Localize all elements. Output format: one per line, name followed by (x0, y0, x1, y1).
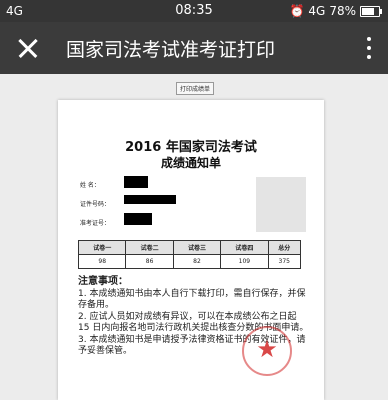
table-header-cell: 试卷四 (220, 240, 269, 255)
table-cell: 82 (172, 254, 222, 269)
table-header-cell: 试卷一 (77, 240, 127, 255)
status-right-group: ⏰ 4G 78% (289, 4, 382, 18)
ticket-number-label: 准考证号： (80, 220, 111, 227)
name-label: 姓 名： (80, 182, 100, 189)
official-seal: ★ (242, 326, 292, 376)
print-score-button[interactable]: 打印成绩单 (176, 82, 215, 95)
menu-dot (367, 55, 371, 59)
table-header-cell: 总分 (267, 240, 302, 255)
status-bar: 4G 08:35 ⏰ 4G 78% (0, 0, 388, 22)
battery-percentage: 78% (329, 4, 356, 18)
battery-icon (360, 5, 382, 17)
app-title: 国家司法考试准考证打印 (66, 39, 276, 61)
notes-heading: 注意事项： (78, 276, 128, 287)
table-cell: 86 (125, 254, 174, 269)
redacted-id-number (124, 195, 176, 204)
menu-dot (367, 37, 371, 41)
alarm-icon: ⏰ (289, 4, 305, 18)
document-title: 2016 年国家司法考试 (125, 140, 257, 155)
table-cell: 98 (77, 254, 127, 269)
id-number-label: 证件号码： (80, 201, 111, 208)
close-icon[interactable] (12, 32, 44, 64)
photo-placeholder (256, 177, 306, 232)
document-subtitle: 成绩通知单 (160, 156, 221, 170)
table-header-cell: 试卷二 (125, 240, 174, 255)
more-vertical-icon[interactable] (362, 35, 376, 61)
table-header-cell: 试卷三 (172, 240, 222, 255)
seal-star-icon: ★ (256, 335, 278, 363)
note-item: 1. 本成绩通知书由本人自行下载打印，需自行保存，并保存备用。 (78, 288, 306, 311)
score-notice-document: 2016 年国家司法考试 成绩通知单 姓 名： 证件号码： 准考证号： 试卷一 … (58, 100, 324, 400)
table-cell: 109 (220, 254, 269, 269)
table-cell: 375 (267, 254, 302, 269)
score-table: 试卷一 试卷二 试卷三 试卷四 总分 98 86 82 109 375 (77, 240, 302, 269)
score-table-header-row: 试卷一 试卷二 试卷三 试卷四 总分 (77, 240, 302, 255)
battery-fill (362, 7, 374, 15)
app-bar: 国家司法考试准考证打印 (0, 22, 388, 74)
menu-dot (367, 46, 371, 50)
network-indicator-right: 4G (308, 4, 326, 18)
redacted-name (124, 176, 148, 188)
redacted-ticket-number (124, 213, 152, 225)
score-table-value-row: 98 86 82 109 375 (77, 254, 302, 269)
